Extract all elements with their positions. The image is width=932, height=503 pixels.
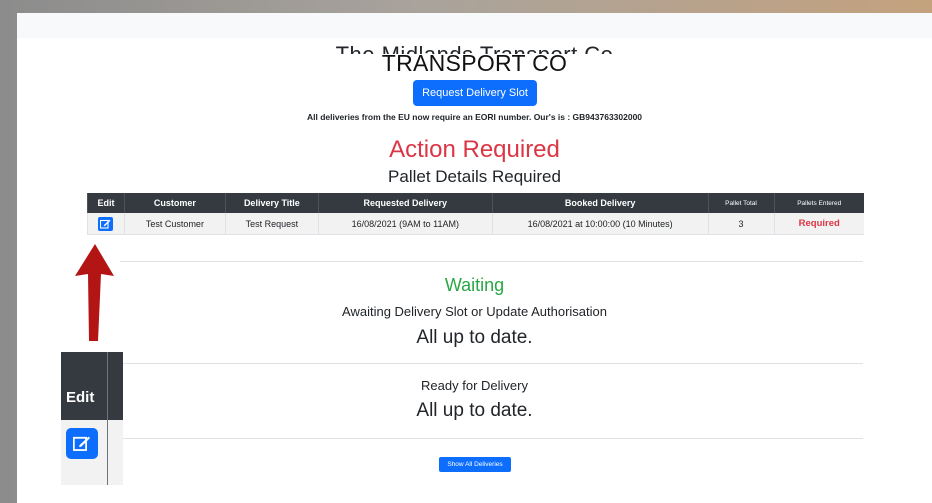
- column-header-delivery-title: Delivery Title: [224, 193, 319, 213]
- customer-cell: Test Customer: [123, 213, 226, 235]
- pallet-total-cell: 3: [707, 213, 774, 235]
- inset-column-divider: [107, 352, 108, 485]
- company-title: TRANSPORT CO: [381, 50, 568, 76]
- eori-notice: All deliveries from the EU now require a…: [306, 112, 643, 122]
- edit-cell: [87, 213, 125, 235]
- column-header-customer: Customer: [123, 193, 226, 213]
- request-delivery-slot-button[interactable]: Request Delivery Slot: [413, 80, 537, 106]
- column-header-booked-delivery: Booked Delivery: [491, 193, 709, 213]
- column-header-pallets-entered: Pallets Entered: [773, 193, 864, 213]
- inset-cell-bg: [108, 420, 123, 485]
- requested-delivery-cell: 16/08/2021 (9AM to 11AM): [317, 213, 493, 235]
- column-header-pallet-total: Pallet Total: [707, 193, 774, 213]
- top-bar: [17, 13, 932, 38]
- zoomed-edit-inset: Edit: [61, 352, 123, 485]
- ready-for-delivery-heading: Ready for Delivery: [421, 378, 528, 393]
- pallets-entered-cell: Required: [773, 213, 864, 235]
- inset-header-bg: [108, 352, 123, 420]
- table-header-row: Edit Customer Delivery Title Requested D…: [87, 193, 864, 213]
- show-all-deliveries-button[interactable]: Show All Deliveries: [439, 457, 511, 472]
- section-divider: [120, 438, 863, 439]
- page: The Midlands Transport Co TRANSPORT CO R…: [17, 13, 932, 503]
- waiting-status: All up to date.: [416, 327, 533, 348]
- inset-edit-label: Edit: [66, 389, 95, 406]
- column-header-requested-delivery: Requested Delivery: [317, 193, 493, 213]
- awaiting-subheading: Awaiting Delivery Slot or Update Authori…: [342, 304, 607, 319]
- table-row: Test Customer Test Request 16/08/2021 (9…: [87, 213, 864, 235]
- section-divider: [120, 261, 863, 262]
- booked-delivery-cell: 16/08/2021 at 10:00:00 (10 Minutes): [491, 213, 709, 235]
- arrow-annotation-icon: [75, 244, 114, 341]
- pallet-details-heading: Pallet Details Required: [388, 167, 561, 186]
- action-required-table: Edit Customer Delivery Title Requested D…: [87, 193, 864, 235]
- edit-icon: [100, 219, 111, 229]
- column-header-edit: Edit: [87, 193, 125, 213]
- inset-header-bg: [61, 352, 107, 420]
- edit-icon: [73, 436, 91, 451]
- edit-button[interactable]: [98, 216, 114, 231]
- inset-edit-button: [66, 428, 98, 459]
- waiting-heading: Waiting: [444, 275, 505, 295]
- delivery-title-cell: Test Request: [224, 213, 319, 235]
- action-required-heading: Action Required: [389, 136, 560, 163]
- section-divider: [120, 363, 863, 364]
- ready-status: All up to date.: [416, 400, 533, 421]
